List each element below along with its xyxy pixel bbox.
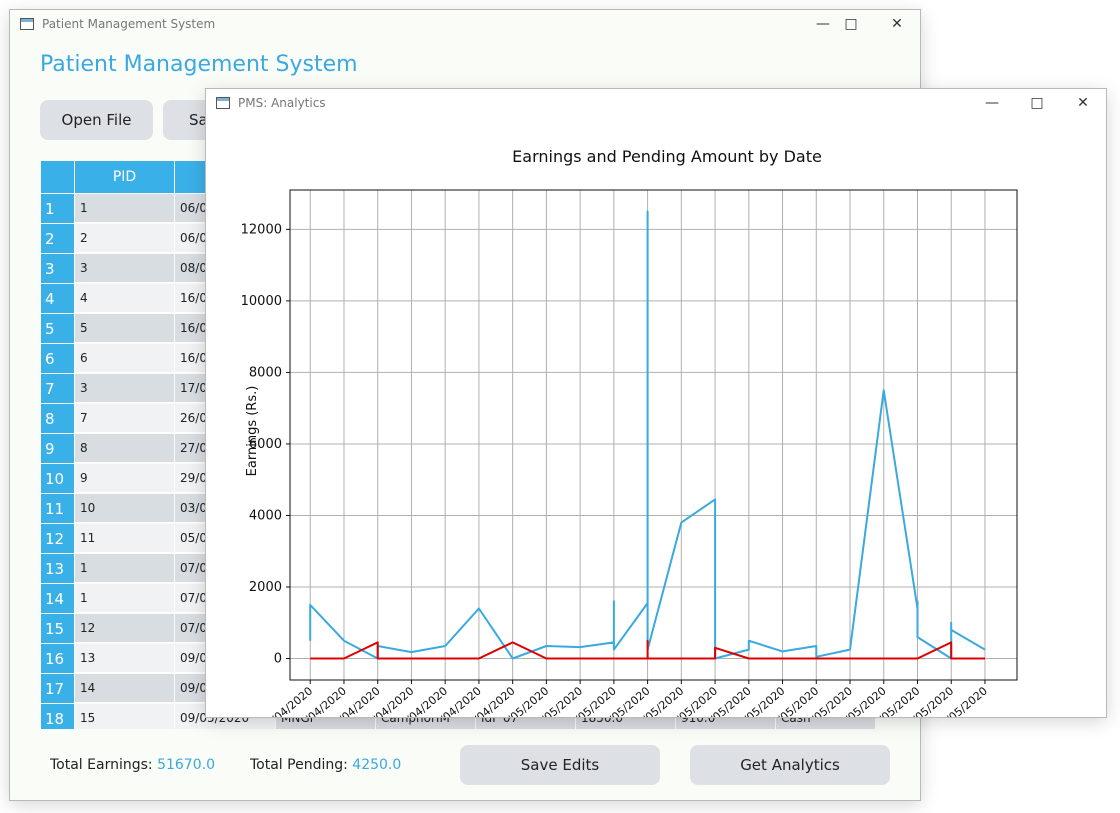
row-number[interactable]: 16	[41, 644, 74, 673]
pid-cell[interactable]: 7	[75, 404, 174, 433]
row-number[interactable]: 12	[41, 524, 74, 553]
y-axis-label: Earnings (Rs.)	[245, 386, 260, 477]
row-number[interactable]: 10	[41, 464, 74, 493]
pid-cell[interactable]: 5	[75, 314, 174, 343]
analytics-window: PMS: Analytics — □ ✕ Earnings and Pendin…	[206, 89, 1106, 717]
earnings-chart: Earnings and Pending Amount by Date Earn…	[241, 147, 1018, 717]
pid-cell[interactable]: 8	[75, 434, 174, 463]
pid-cell[interactable]: 12	[75, 614, 174, 643]
y-tick-label: 6000	[249, 437, 282, 452]
y-tick-label: 2000	[249, 580, 282, 595]
pid-cell[interactable]: 15	[75, 704, 174, 729]
pid-cell[interactable]: 11	[75, 524, 174, 553]
total-earnings: Total Earnings: 51670.0	[50, 757, 215, 773]
analytics-window-title: PMS: Analytics	[238, 96, 326, 110]
row-number[interactable]: 17	[41, 674, 74, 703]
row-number[interactable]: 7	[41, 374, 74, 403]
y-tick-label: 4000	[249, 508, 282, 523]
y-tick-label: 10000	[241, 294, 282, 309]
pid-cell[interactable]: 3	[75, 374, 174, 403]
close-icon[interactable]: ✕	[1060, 89, 1106, 117]
row-number[interactable]: 6	[41, 344, 74, 373]
row-number[interactable]: 8	[41, 404, 74, 433]
pid-cell[interactable]: 1	[75, 554, 174, 583]
y-tick-label: 12000	[241, 222, 282, 237]
plot-frame	[289, 189, 1018, 681]
app-icon	[216, 97, 230, 109]
maximize-icon[interactable]: □	[828, 10, 874, 38]
corner-header	[41, 161, 74, 193]
open-file-button[interactable]: Open File	[40, 100, 153, 140]
total-pending-label: Total Pending:	[250, 757, 348, 773]
app-icon	[20, 18, 34, 30]
pid-cell[interactable]: 1	[75, 194, 174, 223]
maximize-icon[interactable]: □	[1014, 89, 1060, 117]
total-earnings-value: 51670.0	[157, 757, 215, 773]
y-tick-label: 8000	[249, 365, 282, 380]
row-number[interactable]: 15	[41, 614, 74, 643]
main-titlebar: Patient Management System — □ ✕	[10, 10, 920, 38]
get-analytics-button[interactable]: Get Analytics	[690, 745, 890, 785]
row-number[interactable]: 11	[41, 494, 74, 523]
analytics-titlebar: PMS: Analytics — □ ✕	[206, 89, 1106, 117]
row-number[interactable]: 4	[41, 284, 74, 313]
close-icon[interactable]: ✕	[874, 10, 920, 38]
total-earnings-label: Total Earnings:	[50, 757, 153, 773]
row-number[interactable]: 13	[41, 554, 74, 583]
pid-cell[interactable]: 9	[75, 464, 174, 493]
main-window-title: Patient Management System	[42, 17, 216, 31]
total-pending-value: 4250.0	[352, 757, 402, 773]
column-header-pid[interactable]: PID	[75, 161, 174, 193]
page-title: Patient Management System	[40, 52, 358, 77]
pid-cell[interactable]: 14	[75, 674, 174, 703]
row-number[interactable]: 2	[41, 224, 74, 253]
row-number[interactable]: 14	[41, 584, 74, 613]
pid-cell[interactable]: 6	[75, 344, 174, 373]
row-number[interactable]: 5	[41, 314, 74, 343]
minimize-icon[interactable]: —	[969, 89, 1015, 117]
pid-cell[interactable]: 4	[75, 284, 174, 313]
save-edits-button[interactable]: Save Edits	[460, 745, 660, 785]
pid-cell[interactable]: 3	[75, 254, 174, 283]
row-number[interactable]: 1	[41, 194, 74, 223]
chart-title: Earnings and Pending Amount by Date	[512, 147, 822, 166]
pid-cell[interactable]: 10	[75, 494, 174, 523]
row-number[interactable]: 9	[41, 434, 74, 463]
total-pending: Total Pending: 4250.0	[250, 757, 401, 773]
pid-cell[interactable]: 2	[75, 224, 174, 253]
pid-cell[interactable]: 13	[75, 644, 174, 673]
y-tick-label: 0	[274, 652, 282, 667]
pid-cell[interactable]: 1	[75, 584, 174, 613]
row-number[interactable]: 18	[41, 704, 74, 729]
row-number[interactable]: 3	[41, 254, 74, 283]
